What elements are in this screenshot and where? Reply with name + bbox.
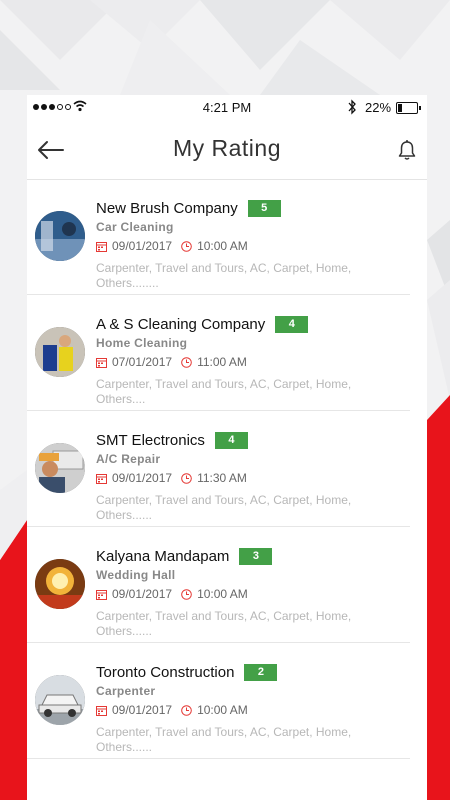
battery-icon (396, 102, 421, 114)
appointment-date: 09/01/2017 (112, 587, 173, 601)
appointment-time: 10:00 AM (197, 239, 248, 253)
company-name: Toronto Construction 2 (96, 664, 278, 681)
list-item[interactable]: A & S Cleaning Company 4 Home Cleaning 07… (27, 295, 410, 411)
app-header: My Rating (27, 121, 427, 180)
company-name: New Brush Company 5 (96, 200, 281, 217)
rating-badge: 4 (214, 432, 248, 449)
rating-badge: 4 (275, 316, 309, 333)
company-name: Kalyana Mandapam 3 (96, 548, 273, 565)
list-item[interactable]: Kalyana Mandapam 3 Wedding Hall 09/01/201… (27, 527, 410, 643)
calendar-icon (96, 473, 107, 484)
appointment-meta: 09/01/2017 10:00 AM (96, 703, 248, 717)
appointment-date: 07/01/2017 (112, 355, 173, 369)
service-tags: Carpenter, Travel and Tours, AC, Carpet,… (96, 725, 352, 754)
appointment-date: 09/01/2017 (112, 703, 173, 717)
appointment-meta: 09/01/2017 10:00 AM (96, 587, 248, 601)
service-tags: Carpenter, Travel and Tours, AC, Carpet,… (96, 493, 352, 522)
service-tags: Carpenter, Travel and Tours, AC, Carpet,… (96, 261, 352, 290)
service-category: Wedding Hall (96, 568, 176, 582)
phone-screen: 4:21 PM 22% My Rating New Brush Company … (27, 95, 427, 800)
appointment-meta: 09/01/2017 10:00 AM (96, 239, 248, 253)
appointment-time: 11:00 AM (197, 355, 247, 369)
company-name: A & S Cleaning Company 4 (96, 316, 309, 333)
page-title: My Rating (172, 135, 282, 161)
avatar (35, 559, 85, 609)
clock-icon (181, 472, 192, 484)
clock-icon (181, 356, 192, 368)
appointment-meta: 09/01/2017 11:30 AM (96, 471, 247, 485)
appointment-time: 10:00 AM (197, 587, 248, 601)
list-item[interactable]: New Brush Company 5 Car Cleaning 09/01/20… (27, 179, 410, 295)
service-category: Carpenter (96, 684, 156, 698)
appointment-time: 11:30 AM (197, 471, 247, 485)
appointment-time: 10:00 AM (197, 703, 248, 717)
service-category: Home Cleaning (96, 336, 188, 350)
avatar (35, 675, 85, 725)
battery-percent: 22% (365, 100, 392, 115)
avatar (35, 443, 85, 493)
appointment-meta: 07/01/2017 11:00 AM (96, 355, 247, 369)
avatar (35, 211, 85, 261)
list-item[interactable]: SMT Electronics 4 A/C Repair 09/01/2017 1… (27, 411, 410, 527)
clock-icon (181, 588, 192, 600)
appointment-date: 09/01/2017 (112, 471, 173, 485)
appointment-date: 09/01/2017 (112, 239, 173, 253)
service-tags: Carpenter, Travel and Tours, AC, Carpet,… (96, 609, 352, 638)
clock-icon (181, 704, 192, 716)
calendar-icon (96, 241, 107, 252)
calendar-icon (96, 589, 107, 600)
bell-icon[interactable] (397, 139, 417, 161)
calendar-icon (96, 357, 107, 368)
bluetooth-icon (348, 99, 356, 115)
status-bar: 4:21 PM 22% (27, 95, 427, 121)
service-category: Car Cleaning (96, 220, 174, 234)
rating-badge: 5 (247, 200, 281, 217)
rating-badge: 3 (239, 548, 273, 565)
calendar-icon (96, 705, 107, 716)
rating-list: New Brush Company 5 Car Cleaning 09/01/20… (27, 179, 427, 759)
company-name: SMT Electronics 4 (96, 432, 248, 449)
service-tags: Carpenter, Travel and Tours, AC, Carpet,… (96, 377, 352, 406)
rating-badge: 2 (244, 664, 278, 681)
avatar (35, 327, 85, 377)
service-category: A/C Repair (96, 452, 161, 466)
clock-icon (181, 240, 192, 252)
list-item[interactable]: Toronto Construction 2 Carpenter 09/01/20… (27, 643, 410, 759)
